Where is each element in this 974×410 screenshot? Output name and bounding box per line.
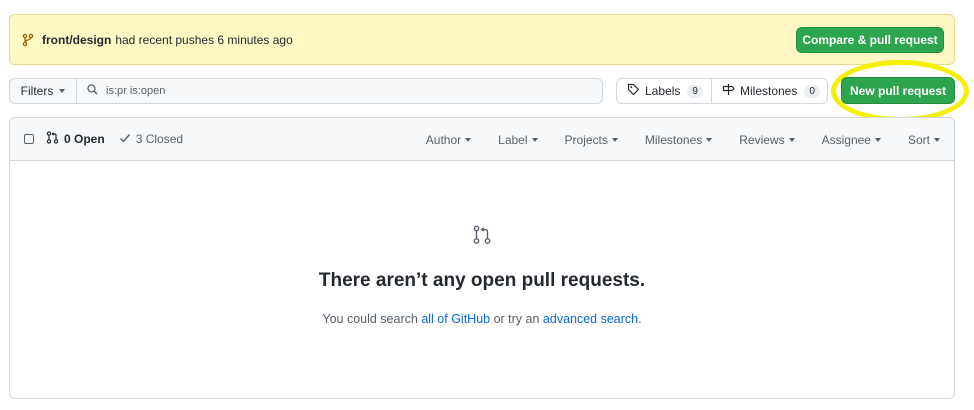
milestones-count: 0 [804,84,820,98]
chevron-down-icon [706,137,713,142]
desc-prefix: You could search [322,312,418,326]
search-input[interactable] [106,85,586,97]
labels-milestones-group: Labels 9 Milestones 0 [616,78,828,104]
git-pull-request-icon [46,131,59,147]
filters-label: Filters [20,84,54,98]
labels-label: Labels [645,84,681,98]
desc-suffix: . [638,312,642,326]
label-filter-label: Label [498,132,528,147]
labels-count: 9 [687,84,703,98]
closed-filter-link[interactable]: 3 Closed [119,132,183,147]
git-branch-icon [22,33,36,47]
open-count-label: 0 Open [64,132,105,146]
empty-state-title: There aren’t any open pull requests. [318,270,646,291]
milestones-label: Milestones [740,84,798,98]
pull-request-list: 0 Open 3 Closed Author Label Projects Mi… [9,117,955,399]
chevron-down-icon [465,137,472,142]
search-icon [87,84,98,98]
labels-link[interactable]: Labels 9 [617,79,712,103]
sort-filter-label: Sort [907,132,930,147]
compare-pull-request-button[interactable]: Compare & pull request [796,27,944,53]
milestones-filter-label: Milestones [644,132,703,147]
new-pull-request-highlight: New pull request [831,60,969,122]
closed-count-label: 3 Closed [135,132,184,146]
milestones-link[interactable]: Milestones 0 [712,79,830,103]
all-of-github-link[interactable]: all of GitHub [421,312,490,326]
reviews-filter-label: Reviews [739,132,785,147]
check-icon [119,132,131,147]
assignee-filter-label: Assignee [821,132,871,147]
filters-button[interactable]: Filters [9,78,77,104]
new-pull-request-button[interactable]: New pull request [841,77,955,104]
search-field[interactable] [76,78,603,104]
banner-text: had recent pushes 6 minutes ago [115,32,293,47]
list-filters: Author Label Projects Milestones Reviews… [399,118,940,161]
chevron-down-icon [59,89,66,93]
advanced-search-link[interactable]: advanced search [543,312,638,326]
chevron-down-icon [934,137,940,142]
chevron-down-icon [874,137,881,142]
list-header: 0 Open 3 Closed Author Label Projects Mi… [10,118,954,161]
open-filter-link[interactable]: 0 Open [46,131,105,147]
empty-state: There aren’t any open pull requests. You… [10,162,954,398]
select-all-checkbox[interactable] [24,134,34,144]
milestone-icon [722,83,735,99]
sort-filter[interactable]: Sort [908,133,940,147]
reviews-filter[interactable]: Reviews [739,132,795,147]
git-pull-request-icon [472,225,492,245]
pr-toolbar: Filters Labels 9 Milestones 0 New pull r… [9,60,969,122]
author-filter[interactable]: Author [425,132,472,147]
empty-state-description: You could search all of GitHub or try an… [10,312,954,326]
branch-name[interactable]: front/design [42,33,111,47]
desc-middle: or try an [493,312,540,326]
author-filter-label: Author [425,132,462,147]
milestones-filter[interactable]: Milestones [644,132,713,147]
recent-pushes-banner: front/design had recent pushes 6 minutes… [9,14,955,65]
assignee-filter[interactable]: Assignee [822,133,881,147]
projects-filter-label: Projects [564,132,608,147]
tag-icon [627,83,640,99]
projects-filter[interactable]: Projects [565,133,618,147]
chevron-down-icon [788,137,795,142]
label-filter[interactable]: Label [498,132,538,147]
chevron-down-icon [611,137,618,142]
chevron-down-icon [531,137,538,142]
